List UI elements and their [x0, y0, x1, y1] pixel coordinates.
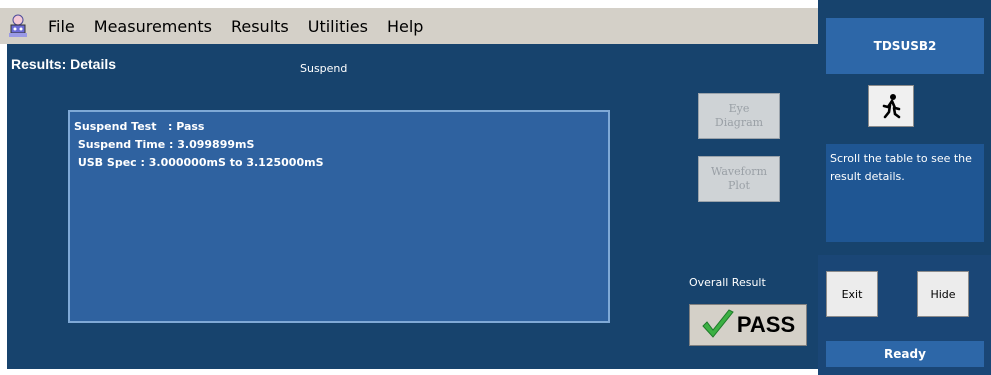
menu-file[interactable]: File — [39, 17, 85, 36]
menu-results[interactable]: Results — [222, 17, 299, 36]
help-message: Scroll the table to see the result detai… — [826, 144, 984, 242]
status-text: Ready — [884, 347, 926, 361]
run-button[interactable] — [868, 85, 914, 127]
app-name: TDSUSB2 — [873, 39, 937, 53]
eye-diagram-label-2: Diagram — [714, 116, 764, 129]
menu-bar: File Measurements Results Utilities Help — [0, 8, 818, 44]
tektronix-robot-icon[interactable] — [5, 13, 31, 39]
status-bar: Ready — [826, 341, 984, 367]
overall-result-badge: PASS — [689, 304, 807, 346]
waveform-plot-label-2: Plot — [728, 179, 750, 192]
overall-result-label: Overall Result — [689, 276, 766, 289]
menu-utilities[interactable]: Utilities — [299, 17, 378, 36]
page-title: Results: Details — [11, 56, 117, 72]
result-line-time: Suspend Time : 3.099899mS — [74, 138, 255, 151]
results-details-table[interactable]: Suspend Test : Pass Suspend Time : 3.099… — [68, 110, 610, 323]
app-name-bar: TDSUSB2 — [826, 18, 984, 74]
eye-diagram-label-1: Eye — [728, 102, 750, 115]
waveform-plot-label-1: Waveform — [710, 165, 767, 178]
waveform-plot-button[interactable]: Waveform Plot — [698, 156, 780, 202]
test-name-label: Suspend — [300, 62, 348, 75]
hide-button[interactable]: Hide — [917, 271, 969, 317]
eye-diagram-button[interactable]: Eye Diagram — [698, 93, 780, 139]
result-line-spec: USB Spec : 3.000000mS to 3.125000mS — [74, 156, 324, 169]
menu-measurements[interactable]: Measurements — [85, 17, 222, 36]
menu-help[interactable]: Help — [378, 17, 433, 36]
overall-result-value: PASS — [736, 312, 796, 337]
result-line-test: Suspend Test : Pass — [74, 120, 205, 133]
checkmark-icon — [702, 309, 734, 338]
running-man-icon — [882, 94, 901, 119]
exit-button[interactable]: Exit — [826, 271, 878, 317]
